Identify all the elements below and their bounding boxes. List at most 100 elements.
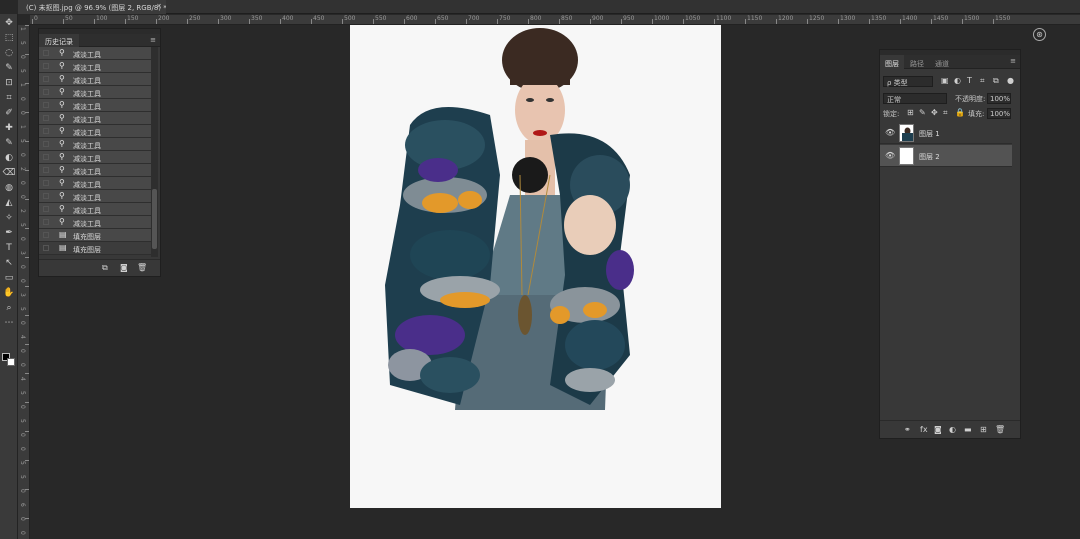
lock-transparent-icon[interactable]: ⊞ (907, 108, 914, 117)
history-brush-source-checkbox[interactable] (43, 193, 49, 199)
close-icon[interactable]: × (156, 2, 162, 10)
document-tab[interactable]: (C) 未抠图.jpg @ 96.9% (图层 2, RGB/8) * × (18, 0, 166, 14)
filter-shape-icon[interactable]: ⌗ (980, 76, 985, 86)
history-brush-source-checkbox[interactable] (43, 141, 49, 147)
tab-paths[interactable]: 路径 (905, 55, 929, 69)
clone-stamp-icon[interactable]: ✎ (2, 136, 16, 150)
adjustment-layer-icon[interactable]: ◐ (949, 425, 956, 434)
layer-name[interactable]: 图层 1 (919, 129, 940, 139)
history-scrollbar[interactable] (151, 47, 158, 257)
history-brush-source-checkbox[interactable] (43, 167, 49, 173)
type-tool-icon[interactable]: T (2, 241, 16, 255)
history-item[interactable]: ⚲ 减淡工具 (39, 190, 152, 203)
history-brush-source-checkbox[interactable] (43, 180, 49, 186)
healing-brush-icon[interactable]: ✐ (2, 106, 16, 120)
history-item[interactable]: ⚲ 减淡工具 (39, 216, 152, 229)
history-item[interactable]: ⚲ 减淡工具 (39, 164, 152, 177)
eyedropper-tool-icon[interactable]: ⌗ (2, 91, 16, 105)
lasso-tool-icon[interactable]: ◌ (2, 46, 16, 60)
new-layer-icon[interactable]: ⊞ (980, 425, 987, 434)
layer-kind-filter[interactable]: ρ 类型 (883, 76, 933, 87)
layer-mask-icon[interactable]: ◙ (934, 425, 942, 434)
filter-adjustment-icon[interactable]: ◐ (954, 76, 961, 85)
history-item[interactable]: ⚲ 减淡工具 (39, 177, 152, 190)
lock-artboard-icon[interactable]: ⌗ (943, 108, 948, 118)
new-document-from-state-icon[interactable]: ⧉ (102, 263, 108, 273)
tab-layers[interactable]: 图层 (880, 55, 904, 69)
blur-tool-icon[interactable]: ◭ (2, 196, 16, 210)
opacity-field[interactable]: 100% (987, 93, 1011, 104)
document-canvas[interactable] (350, 25, 721, 508)
layer-row[interactable]: 👁 图层 1 (880, 122, 1012, 144)
eye-icon[interactable]: 👁 (885, 151, 895, 160)
link-layers-icon[interactable]: ⚭ (904, 425, 911, 434)
history-item[interactable]: ⚲ 减淡工具 (39, 112, 152, 125)
move-tool-icon[interactable]: ✥ (2, 16, 16, 30)
layer-name[interactable]: 图层 2 (919, 152, 940, 162)
marquee-tool-icon[interactable]: ⬚ (2, 31, 16, 45)
filter-type-icon[interactable]: T (967, 76, 972, 85)
history-item[interactable]: ⚲ 减淡工具 (39, 60, 152, 73)
history-item[interactable]: ⚲ 减淡工具 (39, 47, 152, 60)
history-brush-source-checkbox[interactable] (43, 89, 49, 95)
tab-channels[interactable]: 通道 (930, 55, 954, 69)
history-brush-source-checkbox[interactable] (43, 245, 49, 251)
crop-tool-icon[interactable]: ⊡ (2, 76, 16, 90)
history-item[interactable]: ⚲ 减淡工具 (39, 151, 152, 164)
background-color-swatch[interactable] (7, 358, 15, 366)
eye-icon[interactable]: 👁 (885, 128, 895, 137)
ruler-label: 0 (19, 363, 26, 367)
panel-menu-icon[interactable]: ≡ (1010, 57, 1016, 65)
history-item[interactable]: ⚲ 减淡工具 (39, 203, 152, 216)
scrollbar-thumb[interactable] (152, 189, 157, 249)
history-brush-source-checkbox[interactable] (43, 63, 49, 69)
history-item[interactable]: ⚲ 减淡工具 (39, 99, 152, 112)
hand-tool-icon[interactable]: ✋ (2, 286, 16, 300)
quick-select-tool-icon[interactable]: ✎ (2, 61, 16, 75)
eraser-tool-icon[interactable]: ⌫ (2, 166, 16, 180)
filter-pixel-icon[interactable]: ▣ (941, 76, 949, 85)
fill-field[interactable]: 100% (987, 108, 1011, 119)
brush-tool-icon[interactable]: ✚ (2, 121, 16, 135)
history-brush-source-checkbox[interactable] (43, 115, 49, 121)
history-item[interactable]: ⚲ 减淡工具 (39, 86, 152, 99)
more-tools-icon[interactable]: ⋯ (2, 316, 16, 330)
history-item[interactable]: ⚲ 减淡工具 (39, 138, 152, 151)
lock-image-icon[interactable]: ✎ (919, 108, 926, 117)
panel-menu-icon[interactable]: ≡ (150, 36, 156, 44)
path-select-icon[interactable]: ↖ (2, 256, 16, 270)
history-brush-source-checkbox[interactable] (43, 102, 49, 108)
tab-history[interactable]: 历史记录 (39, 34, 79, 47)
history-brush-source-checkbox[interactable] (43, 206, 49, 212)
history-brush-source-checkbox[interactable] (43, 50, 49, 56)
history-brush-source-checkbox[interactable] (43, 219, 49, 225)
history-item[interactable]: ⚲ 减淡工具 (39, 125, 152, 138)
history-item[interactable]: ⚲ 减淡工具 (39, 73, 152, 86)
layer-row[interactable]: 👁 图层 2 (880, 145, 1012, 167)
shape-tool-icon[interactable]: ▭ (2, 271, 16, 285)
history-brush-source-checkbox[interactable] (43, 232, 49, 238)
new-group-icon[interactable]: ▬ (964, 425, 972, 434)
filter-smart-object-icon[interactable]: ⧉ (993, 76, 999, 86)
history-brush-source-checkbox[interactable] (43, 76, 49, 82)
blend-mode-select[interactable]: 正常 (883, 93, 947, 104)
trash-icon[interactable]: 🗑 (995, 425, 1005, 434)
history-brush-source-checkbox[interactable] (43, 154, 49, 160)
gradient-tool-icon[interactable]: ◍ (2, 181, 16, 195)
snapshot-icon[interactable]: ◙ (120, 263, 128, 272)
zoom-tool-icon[interactable]: ⌕ (2, 301, 16, 315)
history-item[interactable]: ▤ 填充图层 (39, 242, 152, 255)
pen-tool-icon[interactable]: ✒ (2, 226, 16, 240)
trash-icon[interactable]: 🗑 (137, 263, 147, 272)
history-item[interactable]: ▤ 填充图层 (39, 229, 152, 242)
history-brush-source-checkbox[interactable] (43, 128, 49, 134)
ruler-label: 5 (19, 391, 26, 395)
filter-toggle-icon[interactable]: ● (1007, 76, 1014, 85)
dodge-tool-icon[interactable]: ✧ (2, 211, 16, 225)
document-tab-title: (C) 未抠图.jpg @ 96.9% (图层 2, RGB/8) * (26, 4, 166, 12)
libraries-icon[interactable]: ⊛ (1033, 28, 1046, 41)
lock-position-icon[interactable]: ✥ (931, 108, 938, 117)
history-brush-icon[interactable]: ◐ (2, 151, 16, 165)
layer-style-icon[interactable]: fx (920, 425, 928, 434)
lock-all-icon[interactable]: 🔒 (955, 108, 965, 117)
